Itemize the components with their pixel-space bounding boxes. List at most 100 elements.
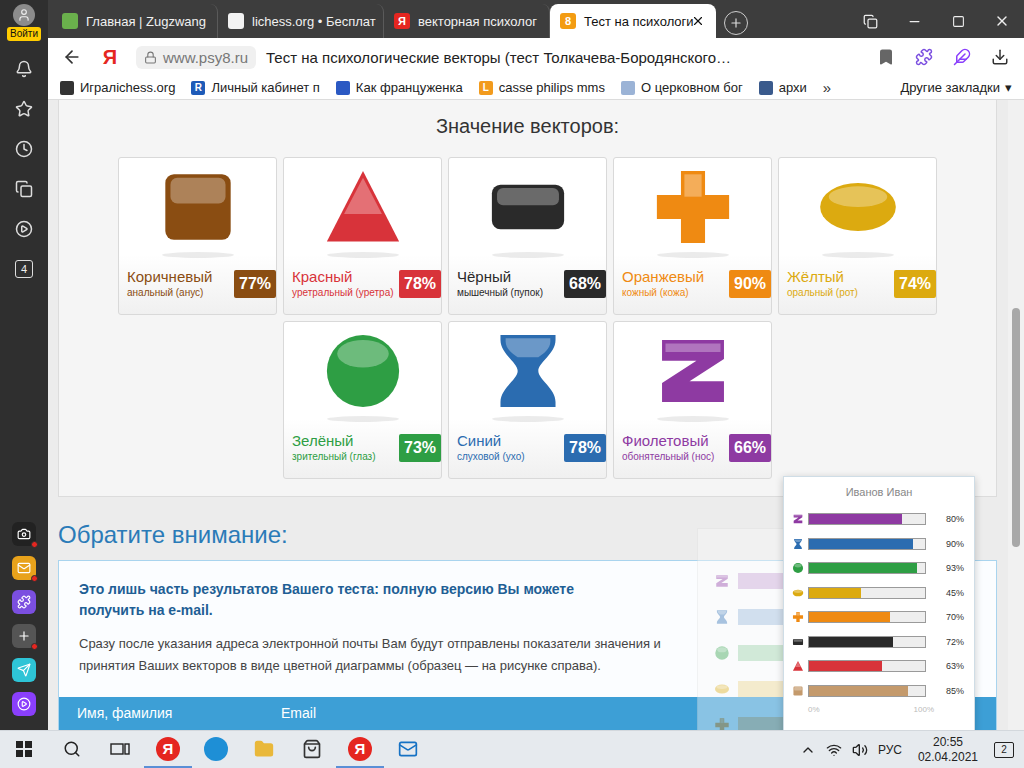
bookmark-item[interactable]: Lcasse philips mms xyxy=(479,80,605,95)
scrollbar-thumb[interactable] xyxy=(1012,308,1020,547)
sidebar-app[interactable] xyxy=(12,658,36,682)
vector-name: Жёлтый xyxy=(787,268,858,286)
sidebar-app[interactable] xyxy=(12,522,36,546)
send-icon xyxy=(17,663,31,677)
page-title: Тест на психологические векторы (тест То… xyxy=(266,49,731,66)
notice-lead: Это лишь часть результатов Вашего теста:… xyxy=(79,579,639,621)
close-button[interactable] xyxy=(980,6,1024,36)
favicon-icon xyxy=(62,13,78,29)
oval-shape-icon xyxy=(815,164,901,250)
taskbar-app[interactable] xyxy=(192,731,240,768)
circle-shape-icon xyxy=(320,328,406,414)
notifications-button[interactable]: 2 xyxy=(994,742,1014,758)
tabs-button[interactable] xyxy=(848,6,892,36)
bookmark-item[interactable]: О церковном бог xyxy=(621,80,743,95)
sidebar-app[interactable] xyxy=(12,556,36,580)
avatar xyxy=(13,4,35,26)
new-tab-button[interactable] xyxy=(724,11,748,35)
minimize-icon xyxy=(907,14,922,29)
bookmark-item[interactable]: Как француженка xyxy=(336,80,463,95)
notes-button[interactable] xyxy=(950,45,974,69)
clock[interactable]: 20:5502.04.2021 xyxy=(912,735,984,765)
system-tray: РУС 20:5502.04.2021 2 xyxy=(800,731,1024,768)
bar-label: 63% xyxy=(946,661,964,671)
taskbar-app[interactable] xyxy=(288,731,336,768)
volume-icon[interactable] xyxy=(852,742,868,758)
bookmark-icon xyxy=(877,48,895,66)
form-label: Email xyxy=(281,705,485,721)
scrollbar[interactable] xyxy=(1008,100,1024,730)
media-button[interactable] xyxy=(12,217,36,241)
vector-value: 90% xyxy=(729,270,771,298)
bell-icon xyxy=(15,60,33,78)
bar-label: 70% xyxy=(946,612,964,622)
bar-fill xyxy=(809,686,908,696)
taskbar-app[interactable]: Я xyxy=(336,731,384,768)
tab[interactable]: Главная | Zugzwang xyxy=(52,4,218,38)
close-icon[interactable] xyxy=(691,14,705,28)
minimize-button[interactable] xyxy=(892,6,936,36)
tabs-count-button[interactable]: 4 xyxy=(12,257,36,281)
more-bookmarks-button[interactable]: » xyxy=(823,79,831,96)
vector-card: Оранжевыйкожный (кожа)90% xyxy=(613,157,772,315)
language-indicator[interactable]: РУС xyxy=(878,743,902,757)
extension-button[interactable] xyxy=(912,45,936,69)
zigzag-shape-icon xyxy=(650,328,736,414)
notification-dot xyxy=(31,541,38,548)
sample-chart-row: 93% xyxy=(784,556,974,581)
taskbar: Я Я РУС 20:5502.04.2021 2 xyxy=(0,730,1024,768)
other-bookmarks[interactable]: Другие закладки▾ xyxy=(900,80,1012,95)
taskbar-app[interactable] xyxy=(240,731,288,768)
bookmark-button[interactable] xyxy=(874,45,898,69)
notifications-button[interactable] xyxy=(12,57,36,81)
network-icon[interactable] xyxy=(826,742,842,758)
restore-button[interactable] xyxy=(936,6,980,36)
zigzag-shape-icon xyxy=(714,573,730,589)
browser-window: Войти 4 Главная | Zugzwanglichess.org • Бе… xyxy=(0,0,1024,730)
collections-button[interactable] xyxy=(12,177,36,201)
vector-value: 66% xyxy=(729,434,771,462)
vector-card: Синийслуховой (ухо)78% xyxy=(448,321,607,479)
bookmark-item[interactable]: Игралichess.org xyxy=(60,80,175,95)
viewport: Значение векторов:Коричневыйанальный (ан… xyxy=(48,100,1024,730)
history-button[interactable] xyxy=(12,137,36,161)
sidebar-app[interactable] xyxy=(12,624,36,648)
tab[interactable]: 8Тест на психологи xyxy=(550,4,716,38)
tab[interactable]: Явекторная психолог xyxy=(384,4,550,38)
favorites-button[interactable] xyxy=(12,97,36,121)
taskbar-app[interactable]: Я xyxy=(144,731,192,768)
sample-chart-row: 70% xyxy=(784,605,974,630)
yandex-logo[interactable]: Я xyxy=(98,46,122,69)
bar-track xyxy=(808,636,926,648)
store-icon xyxy=(302,739,322,759)
user-icon xyxy=(17,8,31,22)
url-field[interactable]: www.psy8.ru Тест на психологические векто… xyxy=(136,46,860,69)
bar-label: 80% xyxy=(946,514,964,524)
back-button[interactable] xyxy=(60,45,84,69)
camera-icon xyxy=(17,527,31,541)
bookmark-item[interactable]: архи xyxy=(759,80,807,95)
task-view-button[interactable] xyxy=(96,731,144,768)
search-button[interactable] xyxy=(48,731,96,768)
bar-fill xyxy=(809,539,913,549)
sidebar-app[interactable] xyxy=(12,692,36,716)
taskbar-app[interactable] xyxy=(384,731,432,768)
bookmark-favicon-icon: R xyxy=(191,81,205,95)
sidebar-app[interactable] xyxy=(12,590,36,614)
puzzle-icon xyxy=(17,595,31,609)
copy-icon xyxy=(15,180,33,198)
chevron-up-icon[interactable] xyxy=(800,742,816,758)
domain-pill[interactable]: www.psy8.ru xyxy=(136,46,256,69)
start-button[interactable] xyxy=(0,731,48,768)
login-button[interactable]: Войти xyxy=(7,4,41,41)
yandex-browser-icon: Я xyxy=(348,737,372,761)
vector-name: Фиолетовый xyxy=(622,432,714,450)
sample-chart-row: 45% xyxy=(784,581,974,606)
tab[interactable]: lichess.org • Бесплат xyxy=(218,4,384,38)
vector-name: Чёрный xyxy=(457,268,543,286)
page: Значение векторов:Коричневыйанальный (ан… xyxy=(48,100,1008,730)
download-button[interactable] xyxy=(988,45,1012,69)
circle-shape-icon xyxy=(714,645,730,661)
bookmark-item[interactable]: RЛичный кабинет п xyxy=(191,80,319,95)
hourglass-shape-icon xyxy=(714,609,730,625)
